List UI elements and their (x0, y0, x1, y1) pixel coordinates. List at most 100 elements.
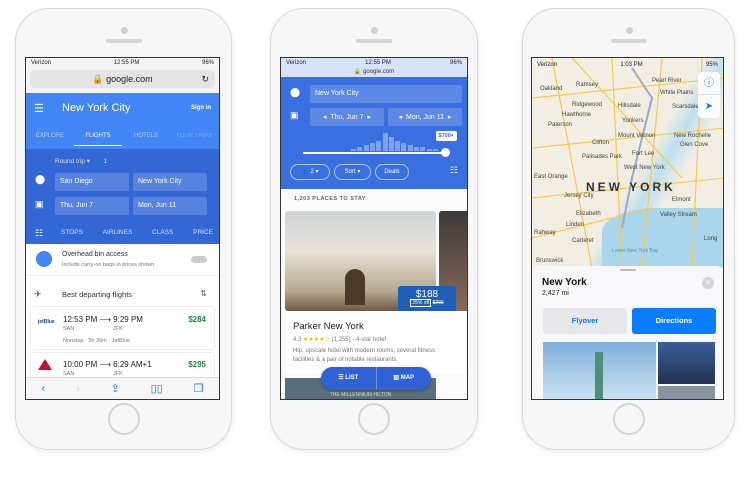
map-label: NEW YORK (586, 180, 676, 194)
return-date-field[interactable]: Mon, Jun 11 (133, 197, 207, 215)
calendar-icon: ▣ (290, 110, 299, 120)
forward-icon[interactable]: › (76, 383, 80, 395)
map-label: Ridgewood (572, 102, 603, 108)
map-label: Hillsdale (618, 103, 641, 109)
price-slider-track[interactable] (303, 152, 445, 154)
location-pin-icon: ⬤ (35, 174, 46, 184)
sort-icon[interactable]: ⇅ (200, 289, 207, 298)
filter-airlines[interactable]: AIRLINES (103, 229, 133, 236)
url-bar-area: 🔒 google.com ↻ (26, 68, 219, 93)
filter-sliders-icon[interactable]: ☷ (450, 165, 458, 176)
flight-card[interactable]: jetBlue 12:53 PM ⟶ 9:29 PM SAN JFK Nonst… (30, 306, 215, 350)
price-slider-handle[interactable] (441, 148, 450, 157)
home-button[interactable] (612, 403, 645, 435)
share-icon[interactable]: ⇪ (111, 382, 120, 395)
info-icon[interactable]: ⓘ (698, 72, 720, 95)
filter-class[interactable]: CLASS (152, 229, 173, 236)
depart-date-field[interactable]: Thu, Jun 7 (55, 197, 129, 215)
destination-field[interactable]: New York City (133, 173, 207, 191)
histogram-bar (432, 149, 438, 151)
map-label: MAP (400, 375, 415, 381)
map-label: Long (704, 236, 718, 242)
trip-type-select[interactable]: Round trip ▾ 👤 1 (55, 157, 107, 165)
star-rating: ★★★★☆ (303, 337, 330, 343)
empire-state-photo[interactable] (658, 342, 715, 384)
home-button[interactable] (358, 403, 390, 435)
map-label: New Rochelle (674, 133, 712, 139)
histogram-bar (395, 141, 401, 151)
arrive-time: 9:29 PM (113, 315, 143, 324)
map-label: Mount Vernon (618, 133, 656, 139)
guests-chip[interactable]: 👤 2 ▾ (290, 164, 330, 180)
list-button[interactable]: ☰ LIST (321, 367, 377, 390)
filter-stops[interactable]: STOPS (61, 229, 83, 236)
plane-takeoff-icon: ✈ (34, 289, 42, 299)
map-label: Hawthorne (562, 112, 592, 118)
tab-flights[interactable]: FLIGHTS (74, 133, 122, 146)
list-map-toggle: ☰ LIST ▥ MAP (321, 367, 431, 390)
menu-icon[interactable]: ☰ (34, 102, 44, 115)
close-icon[interactable]: × (702, 277, 714, 289)
map-label: Ramsey (576, 82, 599, 88)
url-bar[interactable]: 🔒 google.com ↻ (30, 70, 215, 88)
histogram-bar (401, 143, 407, 151)
deals-chip[interactable]: Deals (375, 164, 409, 180)
hotel-sign-text: THE MILLENNIUM HILTON (329, 392, 392, 398)
histogram-bar (369, 143, 375, 151)
checkin-field[interactable]: ◂ Thu, Jun 7 ▸ (310, 108, 384, 126)
tab-explore[interactable]: EXPLORE (26, 133, 74, 146)
histogram-bar (388, 137, 394, 151)
directions-button[interactable]: Directions (632, 308, 716, 334)
sign-in-link[interactable]: Sign in (191, 105, 211, 111)
battery: 96% (201, 60, 214, 66)
filter-sliders-icon[interactable]: ☷ (35, 228, 43, 239)
city-photo[interactable] (658, 386, 715, 399)
tab-your-trips[interactable]: YOUR TRIPS (170, 133, 218, 146)
histogram-bar (351, 149, 356, 151)
reload-icon[interactable]: ↻ (201, 70, 209, 88)
camera (371, 27, 378, 34)
depart-time: 10:00 PM (63, 360, 98, 369)
battery: 96% (449, 60, 462, 66)
location-arrow-icon[interactable]: ➤ (698, 95, 720, 118)
hotel-photo-archway (345, 269, 365, 305)
passenger-count: 1 (103, 158, 108, 165)
bookmarks-icon[interactable]: ▯▯ (151, 382, 163, 395)
review-count: (1,255) (331, 337, 351, 343)
hotel-card[interactable]: Parker New York 4.3 ★★★★☆ (1,255) · 4-st… (285, 311, 466, 373)
bin-toggle[interactable] (191, 256, 207, 263)
filter-price[interactable]: PRICE (193, 229, 213, 236)
url-text: google.com (363, 69, 395, 75)
sort-chip[interactable]: Sort ▾ (334, 164, 371, 180)
origin-field[interactable]: San Diego (55, 173, 129, 191)
bin-subtitle: Include carry-on bags in prices shown (62, 262, 155, 268)
status-bar: Verizon 12:55 PM 96% (26, 58, 219, 68)
back-icon[interactable]: ‹ (41, 383, 45, 395)
map-label: Rahway (534, 230, 556, 236)
map-controls: ⓘ ➤ (698, 72, 720, 118)
statue-of-liberty-photo[interactable] (543, 342, 656, 399)
search-panel: ⬤ New York City ▣ ◂ Thu, Jun 7 ▸ ◂ Mon, … (281, 77, 467, 189)
old-price: $290 (432, 300, 444, 306)
url-bar[interactable]: 🔒 google.com (281, 68, 467, 75)
home-button[interactable] (107, 403, 140, 435)
location-pin-icon: ⬤ (290, 87, 301, 97)
map-label: Carteret (572, 238, 594, 244)
map-button[interactable]: ▥ MAP (377, 367, 432, 390)
checkout-field[interactable]: ◂ Mon, Jun 11 ▸ (388, 108, 462, 126)
flyover-button[interactable]: Flyover (543, 308, 627, 334)
url-text: google.com (106, 74, 153, 84)
results-count: 1,203 PLACES TO STAY (294, 196, 366, 202)
guests-count: 2 (310, 169, 314, 175)
hotels-screen: Verizon 12:55 PM 96% 🔒 google.com ⬤ New Yo… (280, 57, 468, 400)
sheet-grabber[interactable] (620, 269, 636, 271)
map-label: Elmont (672, 197, 691, 203)
tab-hotels[interactable]: HOTELS (122, 133, 170, 146)
location-field[interactable]: New York City (310, 85, 462, 103)
histogram-bar (407, 145, 413, 151)
map-label: Brunswick (536, 258, 564, 264)
tabs-icon[interactable]: ❐ (194, 382, 204, 395)
map-view[interactable]: Oakland Ramsey Pearl River White Plains Ridg… (532, 58, 723, 268)
map-label: Elizabeth (576, 211, 601, 217)
section-title: Best departing flights (62, 290, 133, 299)
